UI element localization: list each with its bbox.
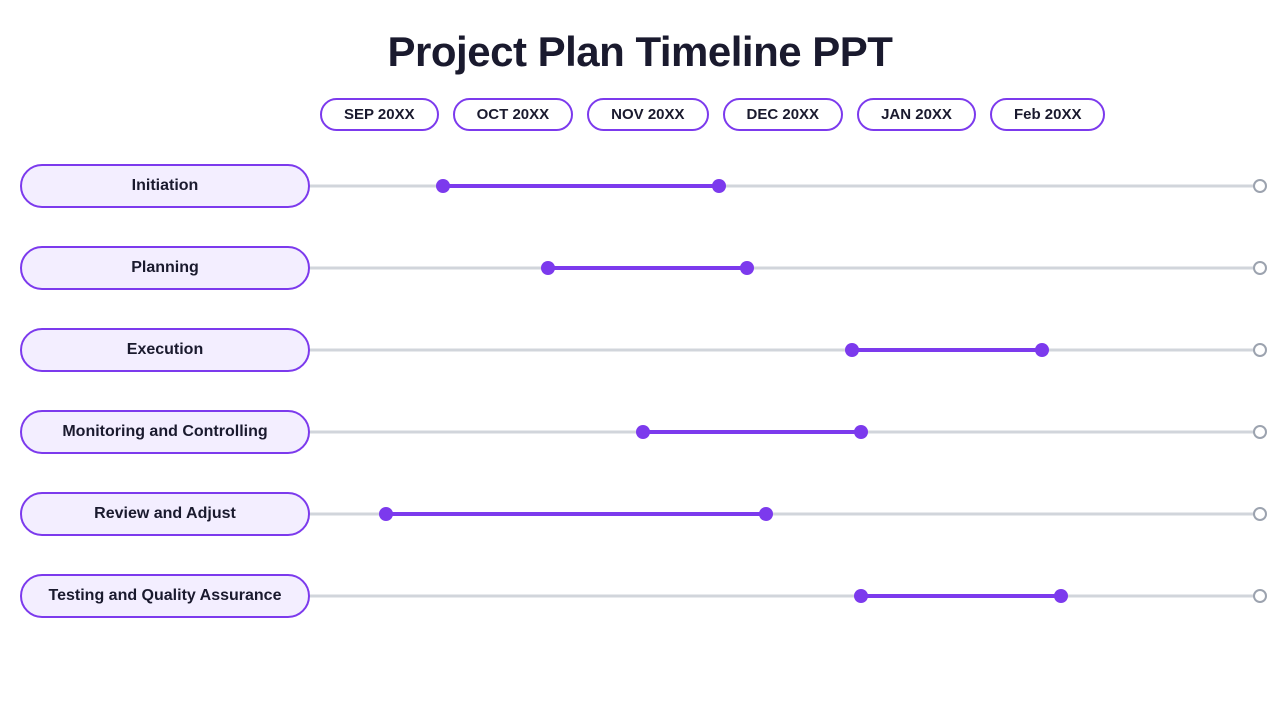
page-title: Project Plan Timeline PPT — [388, 28, 893, 76]
months-row: SEP 20XX OCT 20XX NOV 20XX DEC 20XX JAN 20XX… — [320, 98, 1270, 131]
month-badge-0: SEP 20XX — [320, 98, 439, 131]
month-badge-5: Feb 20XX — [990, 98, 1106, 131]
bar-area-review — [310, 473, 1260, 555]
month-badge-1: OCT 20XX — [453, 98, 574, 131]
row-label-testing: Testing and Quality Assurance — [20, 574, 310, 619]
dot-end-planning — [740, 261, 754, 275]
row-label-planning: Planning — [20, 246, 310, 291]
segment-planning — [548, 266, 748, 270]
row-label-execution: Execution — [20, 328, 310, 373]
track-testing — [310, 595, 1260, 598]
dot-start-testing — [854, 589, 868, 603]
timeline-row-execution: Execution — [20, 309, 1260, 391]
month-badge-4: JAN 20XX — [857, 98, 976, 131]
dot-start-execution — [845, 343, 859, 357]
timeline-row-testing: Testing and Quality Assurance — [20, 555, 1260, 637]
dot-start-monitoring — [636, 425, 650, 439]
dot-end-initiation — [712, 179, 726, 193]
timeline-row-planning: Planning — [20, 227, 1260, 309]
timeline-row-monitoring: Monitoring and Controlling — [20, 391, 1260, 473]
timeline-row-review: Review and Adjust — [20, 473, 1260, 555]
track-planning — [310, 267, 1260, 270]
end-circle-execution — [1253, 343, 1267, 357]
segment-testing — [861, 594, 1061, 598]
timeline-row-initiation: Initiation — [20, 145, 1260, 227]
bar-area-initiation — [310, 145, 1260, 227]
end-circle-initiation — [1253, 179, 1267, 193]
bar-area-execution — [310, 309, 1260, 391]
dot-start-planning — [541, 261, 555, 275]
dot-start-initiation — [436, 179, 450, 193]
dot-end-monitoring — [854, 425, 868, 439]
segment-monitoring — [643, 430, 862, 434]
row-label-review: Review and Adjust — [20, 492, 310, 537]
month-badge-2: NOV 20XX — [587, 98, 708, 131]
row-label-initiation: Initiation — [20, 164, 310, 209]
segment-review — [386, 512, 766, 516]
segment-execution — [852, 348, 1042, 352]
dot-start-review — [379, 507, 393, 521]
month-badge-3: DEC 20XX — [723, 98, 844, 131]
dot-end-review — [759, 507, 773, 521]
end-circle-testing — [1253, 589, 1267, 603]
row-label-monitoring: Monitoring and Controlling — [20, 410, 310, 455]
bar-area-planning — [310, 227, 1260, 309]
end-circle-monitoring — [1253, 425, 1267, 439]
dot-end-execution — [1035, 343, 1049, 357]
dot-end-testing — [1054, 589, 1068, 603]
track-execution — [310, 349, 1260, 352]
segment-initiation — [443, 184, 719, 188]
timeline-container: Initiation Planning Execution Monitoring an… — [20, 145, 1260, 637]
end-circle-planning — [1253, 261, 1267, 275]
bar-area-monitoring — [310, 391, 1260, 473]
end-circle-review — [1253, 507, 1267, 521]
bar-area-testing — [310, 555, 1260, 637]
